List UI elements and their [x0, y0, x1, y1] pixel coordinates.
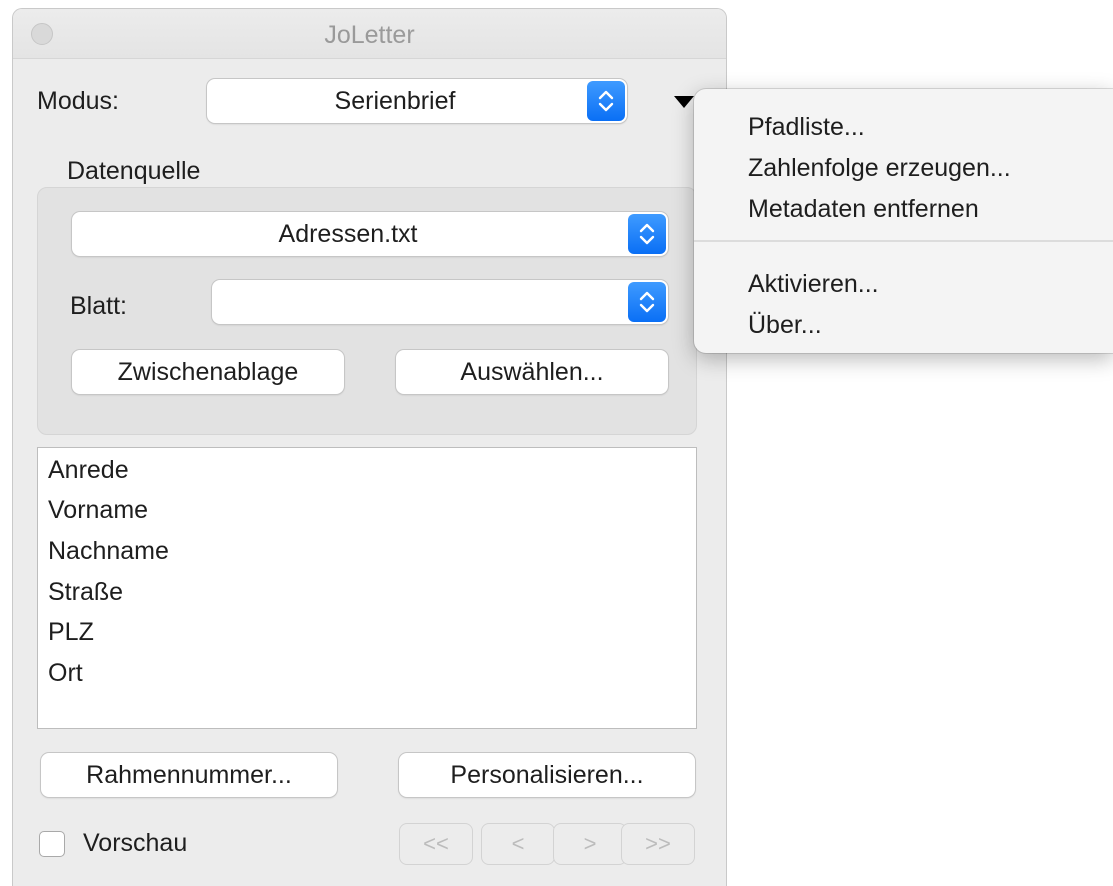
first-page-button[interactable]: << [399, 823, 473, 865]
previous-page-button[interactable]: < [481, 823, 555, 865]
chevron-updown-icon [587, 81, 625, 121]
context-menu: Pfadliste... Zahlenfolge erzeugen... Met… [694, 89, 1113, 353]
joletter-window: JoLetter Modus: Serienbrief Datenquelle … [12, 8, 727, 886]
modus-popup[interactable]: Serienbrief [207, 79, 627, 123]
zwischenablage-button[interactable]: Zwischenablage [72, 350, 344, 394]
menu-item-ueber[interactable]: Über... [748, 311, 822, 340]
datasource-file-popup[interactable]: Adressen.txt [72, 212, 668, 256]
personalisieren-button[interactable]: Personalisieren... [399, 753, 695, 797]
menu-item-pfadliste[interactable]: Pfadliste... [748, 113, 865, 142]
blatt-popup[interactable] [212, 280, 668, 324]
vorschau-label: Vorschau [83, 829, 188, 857]
next-page-button[interactable]: > [553, 823, 627, 865]
title-bar[interactable]: JoLetter [13, 9, 726, 59]
datenquelle-group: Adressen.txt Blatt: Zwischenablage Auswä… [37, 187, 697, 435]
list-item[interactable]: PLZ [48, 618, 94, 647]
chevron-updown-icon [628, 214, 666, 254]
datenquelle-heading: Datenquelle [67, 157, 201, 185]
vorschau-checkbox[interactable] [39, 831, 65, 857]
modus-label: Modus: [37, 87, 119, 115]
rahmennummer-button[interactable]: Rahmennummer... [41, 753, 337, 797]
list-item[interactable]: Ort [48, 659, 83, 688]
field-list[interactable]: Anrede Vorname Nachname Straße PLZ Ort [37, 447, 697, 729]
window-title: JoLetter [324, 21, 415, 49]
auswaehlen-button[interactable]: Auswählen... [396, 350, 668, 394]
menu-item-aktivieren[interactable]: Aktivieren... [748, 270, 879, 299]
list-item[interactable]: Nachname [48, 537, 169, 566]
modus-value: Serienbrief [334, 87, 456, 115]
menu-item-zahlenfolge[interactable]: Zahlenfolge erzeugen... [748, 154, 1011, 183]
menu-disclosure-triangle-icon[interactable] [674, 96, 694, 108]
menu-separator [694, 240, 1113, 242]
list-item[interactable]: Straße [48, 578, 123, 607]
blatt-label: Blatt: [70, 292, 127, 320]
menu-item-metadaten[interactable]: Metadaten entfernen [748, 195, 979, 224]
datasource-file-value: Adressen.txt [278, 220, 418, 248]
last-page-button[interactable]: >> [621, 823, 695, 865]
list-item[interactable]: Vorname [48, 496, 148, 525]
list-item[interactable]: Anrede [48, 456, 129, 485]
chevron-updown-icon [628, 282, 666, 322]
